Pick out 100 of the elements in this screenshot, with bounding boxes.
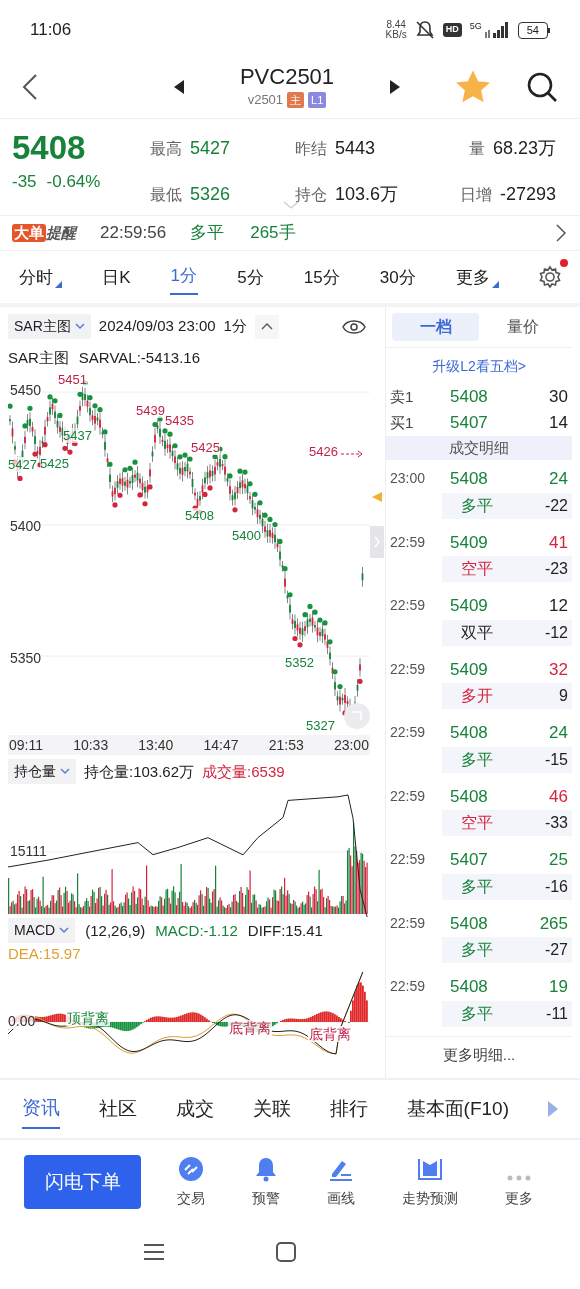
toolbar-action[interactable]: 更多: [504, 1155, 533, 1209]
trade-price: 5408: [450, 468, 489, 490]
battery-indicator: 54: [517, 21, 550, 39]
current-price-marker-icon: [372, 491, 382, 502]
trade-type: 多开: [460, 686, 494, 707]
home-square-icon[interactable]: [275, 1240, 297, 1263]
trade-type: 多平: [460, 495, 494, 516]
period-tab[interactable]: 15分: [302, 259, 341, 295]
book-quantity: 14: [548, 412, 568, 435]
stat-value: 68.23万: [492, 137, 556, 160]
search-icon[interactable]: [526, 71, 558, 103]
book-side: 买1: [390, 412, 415, 433]
quick-order-button[interactable]: 闪电下单: [24, 1155, 141, 1209]
trade-price: 5408: [450, 722, 489, 744]
trade-time: 22:59: [390, 659, 427, 679]
back-icon[interactable]: [22, 74, 38, 100]
last-price: 5408: [12, 129, 87, 167]
period-tab[interactable]: 1分: [169, 259, 199, 295]
alert-action: 多平: [190, 222, 225, 245]
star-icon[interactable]: [456, 71, 490, 103]
period-tab[interactable]: 5分: [236, 259, 265, 295]
macd-dropdown[interactable]: MACD: [8, 918, 76, 944]
time-axis-label: 10:33: [73, 736, 109, 756]
bell-icon: [253, 1156, 278, 1182]
previous-triangle-icon[interactable]: [173, 80, 184, 94]
info-tab[interactable]: 成交: [175, 1089, 214, 1129]
period-tab[interactable]: 分时: [18, 259, 63, 295]
contract-title: PVC2501: [239, 64, 335, 91]
menu-icon[interactable]: [143, 1242, 165, 1261]
info-tab[interactable]: 基本面(F10): [406, 1089, 509, 1129]
chevron-down-icon: [74, 323, 85, 331]
oi-indicator-dropdown[interactable]: 持仓量: [8, 759, 76, 785]
trade-type: 多平: [460, 940, 494, 961]
contract-code: v2501: [247, 91, 284, 110]
toolbar-action[interactable]: 交易: [176, 1155, 205, 1209]
trade-volume: 41: [548, 531, 568, 554]
contract-tag: L1: [308, 92, 327, 108]
period-tab[interactable]: 30分: [378, 259, 417, 295]
panel-tab[interactable]: 量价: [479, 313, 566, 341]
low-price-mark: 5437: [63, 427, 92, 443]
chevron-right-icon[interactable]: [556, 224, 566, 242]
trade-volume: 46: [548, 785, 568, 808]
network-speed: 8.44: [386, 20, 406, 30]
big-order-badge: 大单提醒: [12, 221, 76, 245]
trade-type: 多平: [460, 749, 494, 770]
price-change-percent: -0.64%: [46, 171, 101, 193]
eye-icon[interactable]: [342, 318, 366, 335]
toolbar-action[interactable]: 走势预测: [401, 1155, 458, 1209]
stat-value: 5326: [190, 183, 231, 206]
dropdown-corner-icon: [55, 281, 62, 288]
stat-label: 最高: [150, 139, 182, 159]
book-price: 5407: [450, 412, 489, 435]
upgrade-link[interactable]: 升级L2看五档>: [386, 348, 572, 384]
position-change: -22: [543, 495, 568, 516]
divergence-mark: 底背离: [228, 1019, 272, 1036]
clock-time: 11:06: [30, 19, 72, 42]
legend-value: SARVAL:-5413.16: [78, 347, 201, 368]
hd-badge: HD: [442, 23, 462, 37]
info-tab[interactable]: 资讯: [22, 1089, 60, 1129]
position-change: -16: [543, 876, 568, 897]
trade-price: 5409: [450, 531, 489, 554]
volume-value: 成交量:6539: [202, 761, 285, 782]
book-quantity: 30: [548, 386, 568, 409]
book-side: 卖1: [390, 386, 415, 407]
trade-time: 22:59: [390, 977, 427, 997]
indicator-dropdown[interactable]: SAR主图: [8, 314, 91, 340]
trade-time: 22:59: [390, 850, 427, 870]
more-dots-icon: [505, 1174, 532, 1182]
trade-time: 22:59: [390, 596, 427, 616]
dropdown-corner-icon: [491, 281, 499, 288]
contract-tag: 主: [287, 92, 305, 108]
oi-axis-label: 15111: [10, 841, 47, 861]
trade-price: 5407: [450, 849, 489, 871]
low-price-mark: 5352: [285, 654, 314, 670]
panel-tab[interactable]: 一档: [392, 313, 479, 341]
position-change: -12: [543, 622, 568, 643]
next-triangle-icon[interactable]: [390, 80, 401, 94]
period-tab[interactable]: 更多: [454, 259, 500, 295]
period-tab[interactable]: 日K: [101, 259, 132, 295]
chart-datetime: 2024/09/03 23:00: [98, 316, 216, 337]
stat-label: 日增: [459, 185, 492, 205]
legend-name: SAR主图: [8, 347, 69, 368]
time-axis-label: 13:40: [138, 736, 174, 756]
toolbar-action[interactable]: 预警: [251, 1155, 280, 1209]
book-price: 5408: [450, 386, 489, 409]
info-tab[interactable]: 关联: [252, 1089, 291, 1129]
info-tab[interactable]: 排行: [329, 1089, 368, 1129]
dashed-arrow-icon: [341, 449, 365, 458]
open-interest-value: 持仓量:103.62万: [84, 761, 195, 782]
info-tab[interactable]: 社区: [98, 1089, 137, 1129]
trade-volume: 32: [548, 658, 568, 681]
chevron-down-icon: [60, 768, 70, 776]
divergence-mark: 顶背离: [66, 1009, 110, 1026]
settings-icon[interactable]: [538, 265, 562, 289]
diff-value: DIFF:15.41: [247, 920, 323, 941]
trade-time: 22:59: [390, 723, 427, 743]
more-details-button[interactable]: 更多明细...: [386, 1036, 572, 1075]
toolbar-action[interactable]: 画线: [326, 1155, 355, 1209]
trade-type: 多平: [460, 1003, 494, 1024]
trade-price: 5409: [450, 595, 489, 617]
